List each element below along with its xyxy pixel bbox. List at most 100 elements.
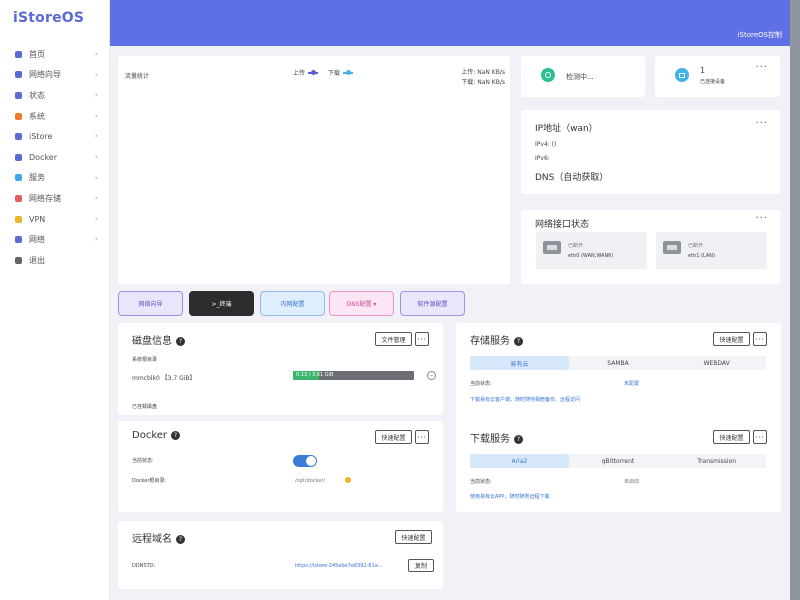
tab-qbittorrent[interactable]: qBittorrent: [569, 454, 668, 468]
copy-button[interactable]: 复制: [408, 559, 434, 572]
top-header: iStoreOS控制: [110, 0, 790, 46]
tab-aria2[interactable]: Aria2: [470, 454, 569, 468]
sidebar-item[interactable]: 网络 ›: [0, 229, 110, 250]
quick-button[interactable]: DNS配置 ▾: [329, 291, 394, 316]
legend-up-label: 上传: [293, 70, 306, 77]
sidebar-item-label: 网络向导: [29, 70, 61, 80]
tab-webdav[interactable]: WEBDAV: [667, 356, 766, 370]
storage-title: 存储服务?: [470, 332, 523, 347]
docker-config-button[interactable]: 快速配置: [375, 430, 412, 444]
quick-button[interactable]: 软件源配置: [400, 291, 465, 316]
download-status-label: 当前状态:: [470, 479, 492, 485]
legend-down-dot-icon: [346, 69, 352, 75]
tab-yiyouyun[interactable]: 易有云: [470, 356, 569, 370]
sidebar-item-label: 系统: [29, 111, 45, 121]
docker-card: Docker? 快速配置 ··· 当前状态: Docker根目录: /opt/d…: [118, 421, 443, 512]
ipv6-text: IPv6:: [535, 155, 550, 162]
download-config-button[interactable]: 快速配置: [713, 430, 750, 444]
devices-card: 1 已连接设备 ···: [655, 56, 780, 97]
mounted-disk-label: 已挂载磁盘: [132, 404, 158, 410]
network-status-card: 检测中...: [521, 56, 645, 97]
logout-icon: [14, 256, 23, 265]
docker-status-toggle[interactable]: [293, 455, 317, 467]
sidebar-nav: 首页 › 网络向导 › 状态 › 系统 › iStore › Docker › 服务 › 网络存储 › VPN ›…: [0, 44, 110, 271]
sidebar: iStoreOS 首页 › 网络向导 › 状态 › 系统 › iStore › Docker › 服务 ›…: [0, 0, 110, 600]
ethernet-port-icon: [663, 241, 681, 254]
disk-title-text: 磁盘信息: [132, 336, 172, 347]
port-eth0[interactable]: 已断开 eth0 (WAN,WAN6): [536, 232, 647, 269]
download-hint-link[interactable]: 使用易有云APP，随时随地远程下载: [470, 493, 549, 500]
system-icon: [14, 112, 23, 121]
storage-hint-link[interactable]: 下载易有云客户端，随时随地相册备份、远程访问: [470, 396, 580, 403]
sidebar-item-label: 网络: [29, 235, 45, 245]
devices-more-icon[interactable]: ···: [755, 62, 768, 73]
download-tabs: Aria2 qBittorrent Transmission: [470, 454, 766, 468]
storage-config-button[interactable]: 快速配置: [713, 332, 750, 346]
port-eth1[interactable]: 已断开 eth1 (LAN): [656, 232, 767, 269]
app-logo[interactable]: iStoreOS: [13, 10, 84, 26]
download-rate: 下载: NaN KB/s: [461, 79, 505, 86]
tab-transmission[interactable]: Transmission: [667, 454, 766, 468]
dns-text: DNS（自动获取）: [535, 173, 609, 183]
ports-more-icon[interactable]: ···: [755, 213, 768, 224]
disk-more-button[interactable]: ···: [415, 332, 429, 346]
remote-title-text: 远程域名: [132, 534, 172, 545]
quick-button[interactable]: 内网配置: [260, 291, 325, 316]
chevron-right-icon: ›: [94, 49, 98, 58]
chevron-right-icon: ›: [94, 110, 98, 120]
sidebar-item[interactable]: 网络存储 ›: [0, 188, 110, 209]
ethernet-port-icon: [543, 241, 561, 254]
service-icon: [14, 173, 23, 182]
download-more-button[interactable]: ···: [753, 430, 767, 444]
file-manage-button[interactable]: 文件管理: [375, 332, 412, 346]
sidebar-item[interactable]: 退出: [0, 250, 110, 271]
storage-icon: [14, 194, 23, 203]
legend-down-line-icon: [343, 69, 354, 75]
help-icon[interactable]: ?: [514, 435, 523, 444]
sidebar-item[interactable]: 服务 ›: [0, 168, 110, 189]
disk-more-circle-icon[interactable]: −: [427, 371, 436, 380]
sidebar-item[interactable]: iStore ›: [0, 126, 110, 147]
tab-samba[interactable]: SAMBA: [569, 356, 668, 370]
docker-more-button[interactable]: ···: [415, 430, 429, 444]
help-icon[interactable]: ?: [171, 431, 181, 440]
ip-more-icon[interactable]: ···: [755, 118, 768, 129]
window-edge: [790, 0, 800, 600]
storage-title-text: 存储服务: [470, 336, 510, 347]
sidebar-item-label: iStore: [29, 132, 53, 142]
storage-more-button[interactable]: ···: [753, 332, 767, 346]
chevron-right-icon: ›: [94, 131, 98, 141]
network-status-text: 检测中...: [566, 73, 594, 81]
help-icon[interactable]: ?: [176, 535, 185, 544]
traffic-rates: 上传: NaN KB/s 下载: NaN KB/s: [461, 68, 505, 88]
download-card: 下载服务? 快速配置 ··· Aria2 qBittorrent Transmi…: [456, 421, 781, 512]
ip-title: IP地址（wan）: [535, 124, 598, 134]
docker-status-label: 当前状态:: [132, 458, 154, 464]
help-icon[interactable]: ?: [514, 337, 523, 346]
sidebar-item[interactable]: 系统 ›: [0, 106, 110, 127]
sidebar-item[interactable]: VPN ›: [0, 209, 110, 230]
ports-card: 网络接口状态 ··· 已断开 eth0 (WAN,WAN6) 已断开 eth1 …: [521, 210, 780, 284]
storage-status-value[interactable]: 未配置: [624, 380, 639, 387]
disk-card: 磁盘信息? 文件管理 ··· 系统根目录 mmcblk0 【3.7 GiB】 0…: [118, 323, 443, 415]
sidebar-item[interactable]: Docker ›: [0, 147, 110, 168]
port-name: eth1 (LAN): [688, 253, 715, 259]
istore-icon: [14, 132, 23, 141]
quick-button[interactable]: >_终端: [189, 291, 254, 316]
remote-domain-card: 远程域名? 快速配置 DDNSTO: https://istore-245ebe…: [118, 521, 443, 589]
legend-down-label: 下载: [328, 70, 341, 77]
docker-title: Docker?: [132, 430, 181, 441]
sidebar-item[interactable]: 首页 ›: [0, 44, 110, 65]
quick-button[interactable]: 网络向导: [118, 291, 183, 316]
docker-title-text: Docker: [132, 430, 168, 441]
sidebar-item[interactable]: 网络向导 ›: [0, 65, 110, 86]
legend-up-dot-icon: [311, 69, 317, 75]
help-icon[interactable]: ?: [176, 337, 185, 346]
chevron-right-icon: ›: [94, 234, 98, 244]
ddnsto-url-link[interactable]: https://istore-245ebe7e8392-81a...: [295, 563, 383, 569]
remote-config-button[interactable]: 快速配置: [395, 530, 432, 544]
docker-root-label: Docker根目录:: [132, 478, 167, 484]
legend-up-line-icon: [308, 69, 319, 75]
header-brand: iStoreOS控制: [737, 31, 782, 39]
sidebar-item[interactable]: 状态 ›: [0, 85, 110, 106]
